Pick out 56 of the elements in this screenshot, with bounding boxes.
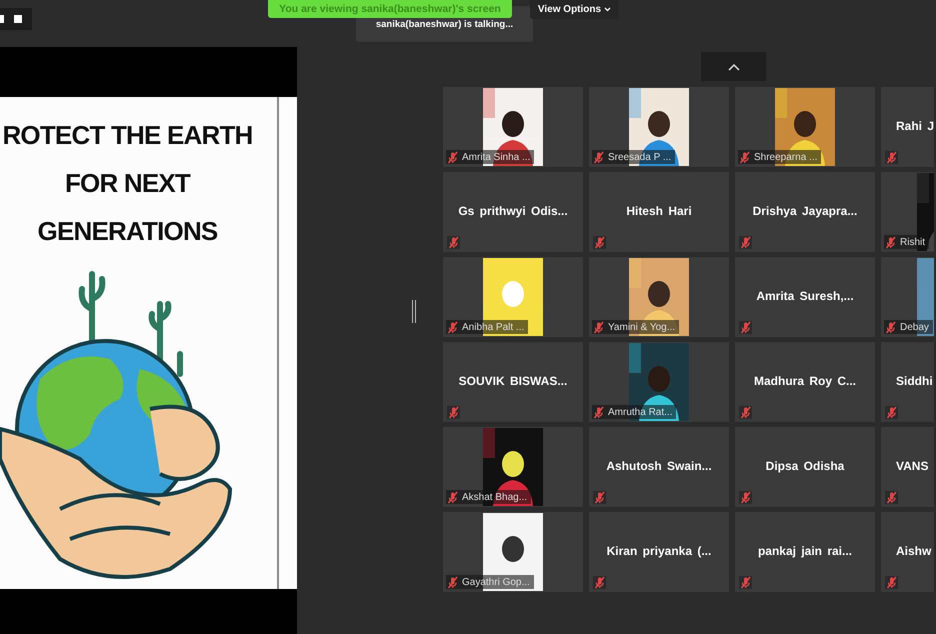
- participant-tile[interactable]: Siddhi: [881, 342, 934, 422]
- participant-tile[interactable]: Madhura Roy C...: [735, 342, 875, 422]
- participant-name: pankaj jain rai...: [758, 543, 852, 560]
- participant-name: Ashutosh Swain...: [606, 458, 712, 475]
- viewing-banner: You are viewing sanika(baneshwar)'s screen: [268, 0, 512, 18]
- participant-tile[interactable]: Rahi J: [881, 87, 934, 167]
- participant-tile[interactable]: Sreesada P ...: [589, 87, 729, 167]
- participant-tile[interactable]: Dipsa Odisha: [735, 427, 875, 507]
- participant-tile[interactable]: Drishya Jayapra...: [735, 172, 875, 252]
- participant-tile[interactable]: Kiran priyanka (...: [589, 512, 729, 592]
- view-options-button[interactable]: View Options: [530, 0, 619, 19]
- participant-name: Anibha Palt ...: [462, 320, 524, 334]
- participant-name: SOUVIK BISWAS...: [458, 373, 568, 390]
- participant-name: Sreesada P ...: [608, 150, 672, 164]
- scroll-up-button[interactable]: [701, 52, 766, 81]
- slide-title: ROTECT THE EARTH FOR NEXT GENERATIONS: [1, 119, 254, 248]
- participant-tile[interactable]: Gayathri Gop...: [443, 512, 583, 592]
- participant-tile[interactable]: SOUVIK BISWAS...: [443, 342, 583, 422]
- participant-tile[interactable]: Anibha Palt ...: [443, 257, 583, 337]
- participant-tile[interactable]: Akshat Bhag...: [443, 427, 583, 507]
- chevron-up-icon: [728, 62, 740, 70]
- participant-name: Yamini & Yog...: [608, 320, 676, 334]
- participant-name: Rahi J: [896, 118, 934, 135]
- participant-tile[interactable]: Debay: [881, 257, 934, 337]
- participant-name: Amrita Sinha ...: [462, 150, 530, 164]
- participant-name: Siddhi: [896, 373, 933, 390]
- participant-tile[interactable]: Ashutosh Swain...: [589, 427, 729, 507]
- participant-name: Kiran priyanka (...: [606, 543, 712, 560]
- participant-name: Amrutha Rat...: [608, 406, 672, 420]
- participant-tile[interactable]: Hitesh Hari: [589, 172, 729, 252]
- resize-handle[interactable]: [412, 300, 416, 323]
- participant-name: Dipsa Odisha: [766, 458, 844, 475]
- participant-name: Gayathri Gop...: [462, 576, 530, 590]
- participant-tile[interactable]: Shreeparna ...: [735, 87, 875, 167]
- participant-name: Akshat Bhag...: [462, 490, 528, 504]
- participant-name: Debay: [900, 320, 929, 334]
- caret-icon: [604, 7, 612, 12]
- participant-tile[interactable]: Yamini & Yog...: [589, 257, 729, 337]
- participant-tile[interactable]: Gs prithwyi Odis...: [443, 172, 583, 252]
- participant-name: Drishya Jayapra...: [752, 203, 858, 220]
- participant-name: Madhura Roy C...: [754, 373, 856, 390]
- participant-tile[interactable]: Amrita Sinha ...: [443, 87, 583, 167]
- participant-name: Hitesh Hari: [626, 203, 692, 220]
- participant-name: VANS: [896, 458, 928, 475]
- square-icon[interactable]: [14, 15, 22, 23]
- participant-tile[interactable]: Aishw: [881, 512, 934, 592]
- participant-name: Aishw: [896, 543, 932, 560]
- participant-tile[interactable]: Amrutha Rat...: [589, 342, 729, 422]
- participant-tile[interactable]: VANS: [881, 427, 934, 507]
- participant-name: Shreeparna ...: [754, 150, 818, 164]
- participant-tile[interactable]: Rishit: [881, 172, 934, 252]
- participant-tile[interactable]: Amrita Suresh,...: [735, 257, 875, 337]
- participant-name: Gs prithwyi Odis...: [458, 203, 568, 220]
- participant-name: Amrita Suresh,...: [756, 288, 854, 305]
- participant-tile[interactable]: pankaj jain rai...: [735, 512, 875, 592]
- participant-name: Rishit: [900, 236, 926, 250]
